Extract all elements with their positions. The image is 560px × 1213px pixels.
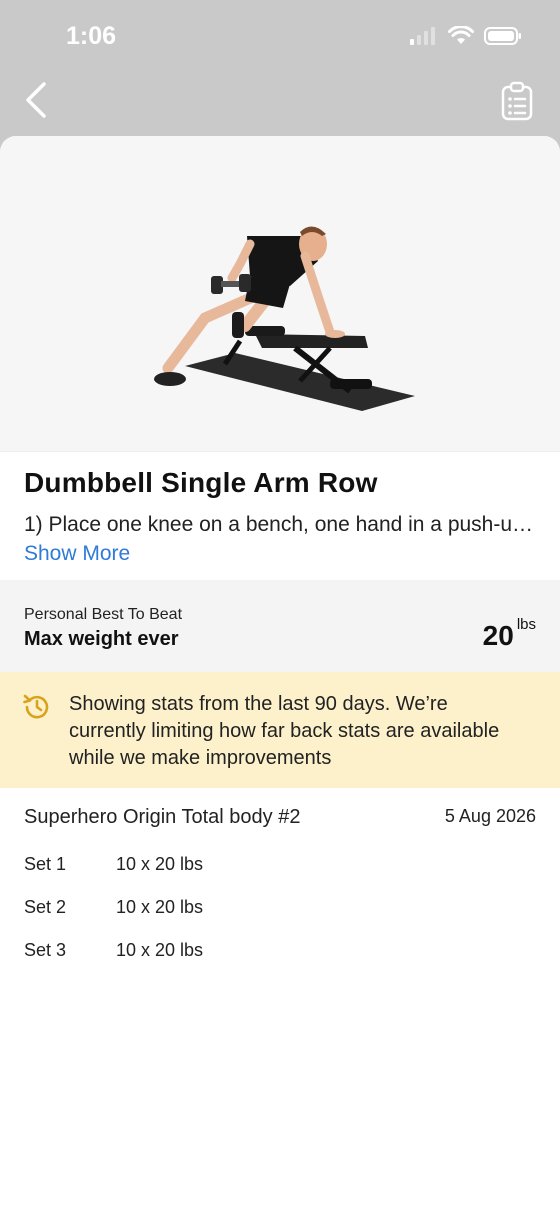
signal-icon	[410, 27, 438, 50]
status-bar: 1:06	[0, 0, 560, 74]
status-time: 1:06	[66, 22, 117, 50]
exercise-description-text: 1) Place one knee on a bench, one hand i…	[24, 513, 534, 536]
personal-best-value: 20 lbs	[482, 616, 536, 652]
history-icon	[22, 692, 52, 722]
status-icons	[410, 25, 522, 51]
nav-bar	[0, 74, 560, 136]
set-value: 10 x 20 lbs	[116, 940, 204, 960]
set-value: 10 x 20 lbs	[116, 854, 204, 874]
personal-best-card: Personal Best To Beat Max weight ever 20…	[0, 580, 560, 672]
personal-best-number: 20	[482, 620, 514, 651]
set-row: Set 3 10 x 20 lbs	[24, 940, 203, 961]
back-button[interactable]	[20, 80, 56, 120]
session-date: 5 Aug 2026	[444, 806, 536, 826]
personal-best-unit: lbs	[516, 616, 536, 633]
stats-notice-text: Showing stats from the last 90 days. We’…	[69, 693, 500, 769]
personal-best-label: Personal Best To Beat	[24, 606, 183, 623]
set-label: Set 2	[24, 897, 67, 917]
wifi-icon	[448, 25, 474, 51]
set-label: Set 3	[24, 940, 67, 960]
exercise-sheet: Dumbbell Single Arm Row 1) Place one kne…	[0, 136, 560, 1213]
exercise-image	[0, 136, 560, 452]
session-history: Superhero Origin Total body #2 5 Aug 202…	[0, 788, 560, 968]
battery-icon	[484, 26, 522, 51]
show-more-link[interactable]: Show More	[24, 542, 130, 565]
workout-log-button[interactable]	[500, 80, 534, 122]
set-row: Set 1 10 x 20 lbs	[24, 854, 203, 875]
set-value: 10 x 20 lbs	[116, 897, 204, 917]
stats-notice-banner: Showing stats from the last 90 days. We’…	[0, 672, 560, 788]
set-row: Set 2 10 x 20 lbs	[24, 897, 203, 918]
chevron-left-icon	[26, 82, 46, 118]
set-label: Set 1	[24, 854, 67, 874]
clipboard-list-icon	[501, 81, 533, 121]
exercise-description: 1) Place one knee on a bench, one hand i…	[24, 510, 534, 568]
personal-best-metric: Max weight ever	[24, 628, 179, 650]
session-name: Superhero Origin Total body #2	[24, 806, 301, 828]
exercise-title: Dumbbell Single Arm Row	[24, 467, 378, 498]
